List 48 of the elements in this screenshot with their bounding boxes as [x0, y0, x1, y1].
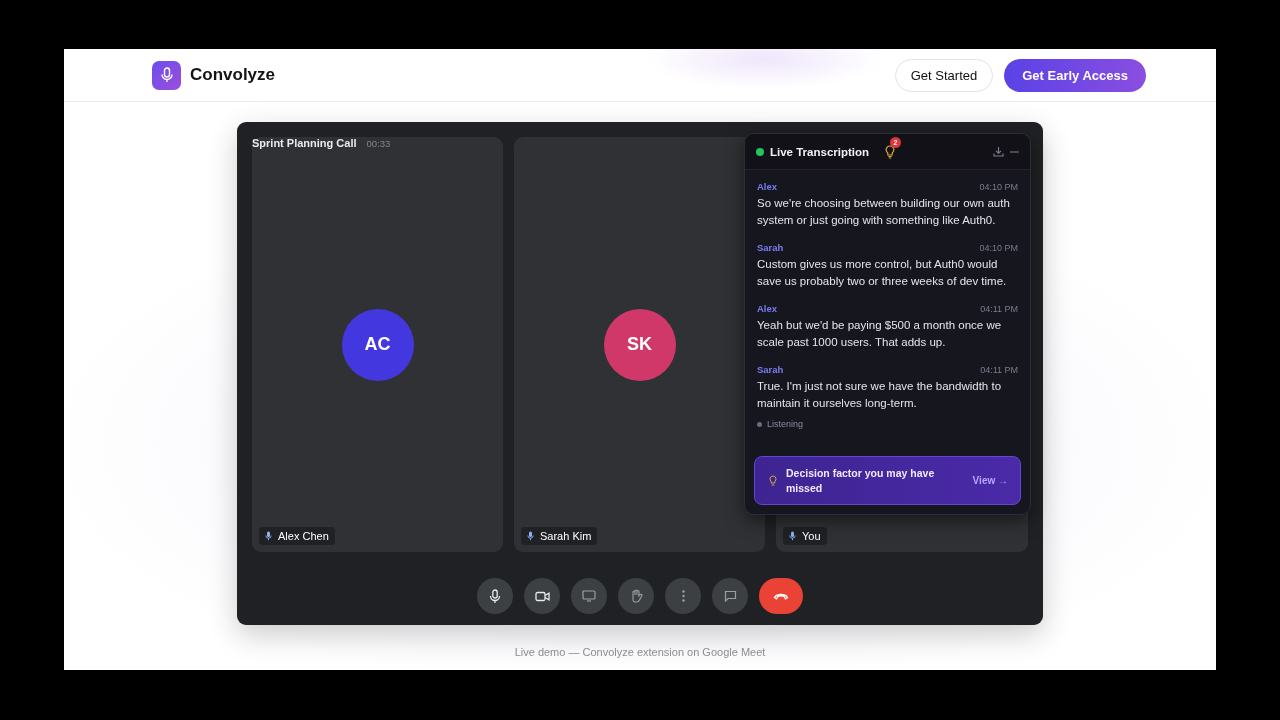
message-time: 04:11 PM: [980, 364, 1018, 375]
lightbulb-icon: [769, 474, 777, 487]
get-started-button[interactable]: Get Started: [894, 58, 994, 92]
participant-name: Sarah Kim: [540, 530, 592, 542]
call-title: Sprint Planning Call: [252, 137, 357, 149]
call-timer: 00:33: [366, 138, 391, 149]
avatar: SK: [603, 308, 676, 381]
status-dot-icon: [757, 421, 762, 427]
chat-button[interactable]: [712, 578, 748, 614]
avatar: AC: [341, 308, 414, 381]
hand-button[interactable]: [618, 578, 654, 614]
message-time: 04:11 PM: [980, 303, 1018, 314]
listening-status: Listening: [767, 419, 804, 429]
transcript-text: Custom gives us more control, but Auth0 would save us probably two or three weeks of dev time.: [757, 257, 1008, 289]
speech-bubble-icon: [723, 590, 737, 602]
speaker-name: Alex: [757, 303, 778, 314]
message-time: 04:10 PM: [979, 181, 1018, 192]
mic-icon: [265, 531, 272, 541]
participant-name: Alex Chen: [278, 530, 329, 542]
video-camera-icon: [534, 590, 550, 602]
mic-button[interactable]: [477, 578, 513, 614]
camera-button[interactable]: [524, 578, 560, 614]
speaker-name: Alex: [757, 181, 778, 192]
insight-text: Decision factor you may have missed: [786, 465, 936, 496]
panel-title: Live Transcription: [770, 145, 870, 158]
mic-icon: [527, 531, 534, 541]
transcript-text: True. I'm just not sure we have the bandwidth to maintain it ourselves long-term.: [757, 379, 1003, 411]
hang-up-button[interactable]: [759, 578, 803, 614]
mic-icon: [789, 531, 796, 541]
transcript-text: So we're choosing between building our own auth system or just going with something like Auth0.: [757, 196, 1011, 228]
more-icon: [681, 590, 685, 602]
phone-icon: [773, 592, 789, 600]
screen-button[interactable]: [571, 578, 607, 614]
transcript-text: Yeah but we'd be paying $500 a month once we scale past 1000 users. That adds up.: [757, 318, 1003, 350]
monitor-icon: [582, 590, 596, 602]
early-access-button[interactable]: Get Early Access: [1004, 58, 1146, 92]
logo-icon: [152, 60, 181, 90]
demo-caption: Live demo — Convolyze extension on Google Meet: [514, 646, 766, 658]
hand-icon: [629, 589, 643, 603]
speaker-name: Sarah: [757, 242, 784, 253]
microphone-icon: [489, 588, 501, 604]
download-icon[interactable]: [993, 146, 1004, 157]
participant-name: You: [802, 530, 821, 542]
lightbulb-icon[interactable]: [885, 144, 896, 159]
speaker-name: Sarah: [757, 364, 784, 375]
brand-name: Convolyze: [190, 65, 276, 85]
view-link[interactable]: View →: [972, 475, 1008, 486]
message-time: 04:10 PM: [979, 242, 1018, 253]
